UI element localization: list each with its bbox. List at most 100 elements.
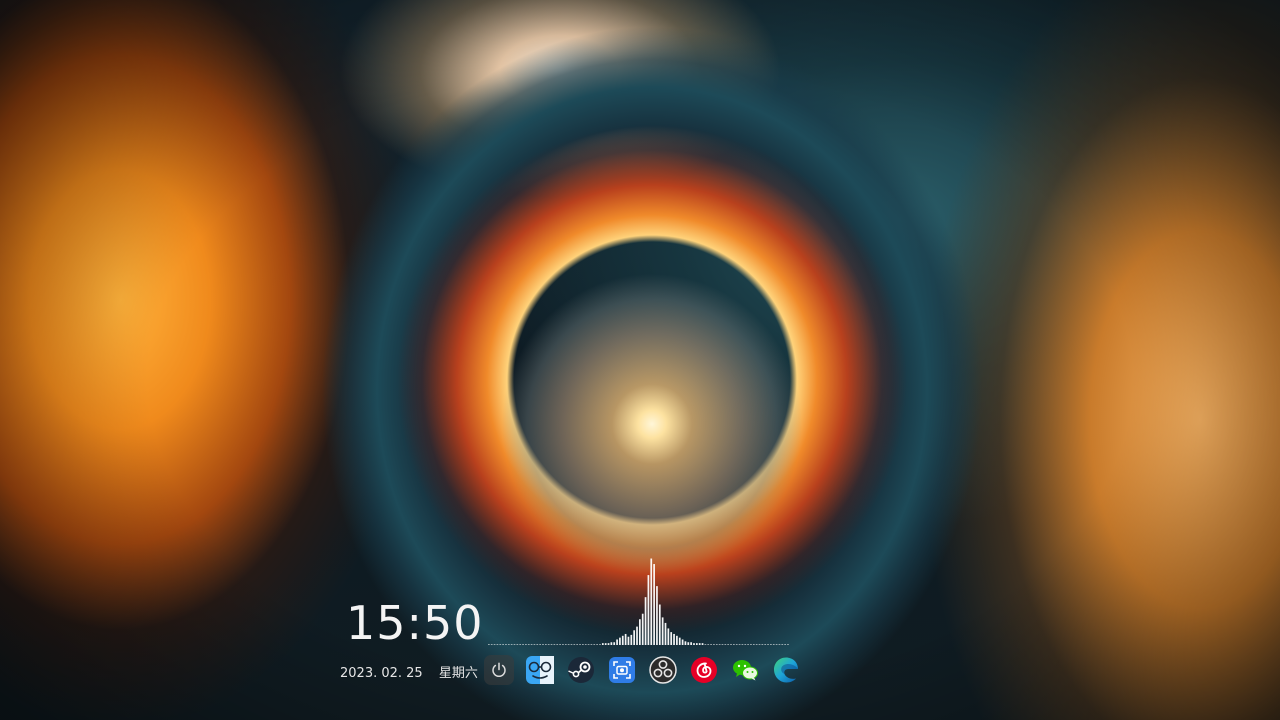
visualizer-bar [778,644,781,645]
visualizer-bar [727,644,730,645]
visualizer-bar [670,632,673,645]
visualizer-bar [576,644,579,645]
clock-date: 2023. 02. 25 [340,666,423,681]
visualizer-bar [613,642,616,645]
visualizer-bar [656,586,658,645]
visualizer-bar [627,636,630,645]
visualizer-bar [664,622,667,645]
visualizer-bar [758,644,761,645]
visualizer-bar [707,644,710,645]
visualizer-bar [730,644,732,645]
visualizer-bar [488,644,490,645]
visualizer-bar [621,635,624,645]
visualizer-bar [718,644,721,645]
visualizer-bar [496,644,499,645]
steam-button[interactable] [566,655,596,685]
power-button[interactable] [484,655,514,685]
power-icon [492,662,506,677]
edge-icon [774,657,798,683]
visualizer-bar [658,604,661,645]
screenshot-button[interactable] [607,655,637,685]
visualizer-bar [556,644,559,645]
visualizer-bar [593,644,596,645]
visualizer-bar [633,630,636,645]
visualizer-bar [710,644,712,645]
visualizer-bar [522,644,524,645]
visualizer-bar [781,644,784,645]
netease-music-icon [691,657,717,683]
visualizer-bar [607,643,610,645]
visualizer-bar [741,644,744,645]
visualizer-bar [516,644,519,645]
visualizer-bar [775,644,778,645]
visualizer-bar [733,644,735,645]
visualizer-bar [559,644,561,645]
visualizer-bar [562,644,564,645]
visualizer-bar [684,641,687,645]
visualizer-bar [750,644,752,645]
visualizer-bar [507,644,510,645]
visualizer-bar [490,644,493,645]
wechat-icon [733,660,758,681]
visualizer-bar [505,644,507,645]
visualizer-bar [715,644,718,645]
visualizer-bar [724,644,727,645]
visualizer-bar [542,644,544,645]
clock-weekday: 星期六 [438,666,478,681]
steam-icon [568,657,594,683]
visualizer-bar [673,633,675,645]
visualizer-bar [698,643,701,645]
visualizer-bar [553,644,556,645]
visualizer-bar [547,644,550,645]
visualizer-bar [539,644,541,645]
visualizer-bar [713,644,715,645]
visualizer-bar [499,644,502,645]
visualizer-bar [653,564,655,645]
visualizer-bar [772,644,775,645]
netease-music-button[interactable] [689,655,719,685]
visualizer-bar [752,644,755,645]
visualizer-bar [525,644,527,645]
visualizer-bar [567,644,570,645]
dock-bar [484,655,812,685]
finder-icon [526,656,554,684]
visualizer-bar [770,644,772,645]
audio-visualizer [488,558,789,645]
visualizer-bar [701,643,704,645]
edge-button[interactable] [771,655,801,685]
finder-button[interactable] [525,655,555,685]
obs-button[interactable] [648,655,678,685]
visualizer-bar [636,626,638,645]
visualizer-bar [510,644,513,645]
visualizer-bar [533,644,536,645]
visualizer-bar [519,644,522,645]
wechat-button[interactable] [730,655,760,685]
visualizer-bar [604,643,607,645]
visualizer-bar [616,639,618,645]
visualizer-bar [787,644,789,645]
visualizer-bar [744,644,747,645]
date-row: 2023. 02. 25 星期六 [340,666,478,682]
visualizer-bar [678,637,681,645]
visualizer-bar [747,644,749,645]
visualizer-bar [630,634,633,645]
visualizer-bar [738,644,741,645]
visualizer-bar [650,558,653,645]
visualizer-bar [784,644,787,645]
visualizer-bar [610,642,613,645]
screenshot-icon [609,657,635,683]
visualizer-bar [721,644,724,645]
visualizer-bar [527,644,530,645]
visualizer-bar [690,642,692,645]
visualizer-bar [764,644,767,645]
visualizer-bar [587,644,590,645]
visualizer-bar [767,644,769,645]
visualizer-bar [564,644,567,645]
obs-icon [649,656,677,684]
visualizer-bar [661,617,664,645]
visualizer-bar [676,635,678,645]
visualizer-bar [619,637,621,645]
visualizer-bar [693,643,695,645]
visualizer-bar [590,644,593,645]
visualizer-bar [550,644,553,645]
